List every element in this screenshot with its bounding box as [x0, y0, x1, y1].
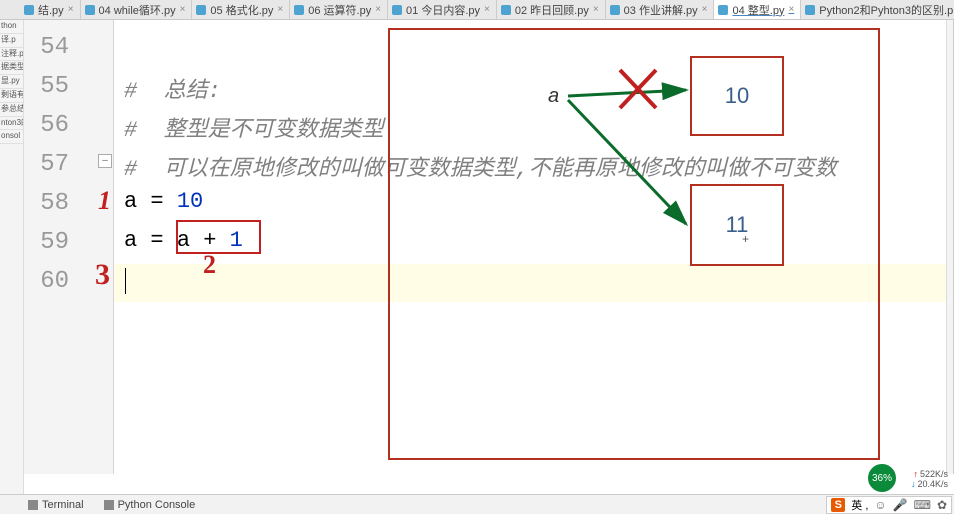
- toolwindow-item[interactable]: thon: [0, 20, 23, 34]
- memory-badge[interactable]: 36%: [868, 464, 896, 492]
- close-icon[interactable]: ×: [702, 4, 708, 15]
- close-icon[interactable]: ×: [788, 4, 794, 15]
- tab-label: 结.py: [38, 2, 64, 18]
- annotation-step-1: 1: [98, 186, 111, 216]
- toolwindow-item[interactable]: 剩语有: [0, 89, 23, 103]
- terminal-icon: [28, 500, 38, 510]
- tab-file-4[interactable]: 01 今日内容.py ×: [388, 0, 497, 20]
- toolwindow-item[interactable]: nton3的: [0, 117, 23, 131]
- gutter: 54 55 56 57 58 59 60 –: [24, 20, 114, 474]
- tab-bar: 结.py × 04 while循环.py × 05 格式化.py × 06 运算符.p…: [0, 0, 954, 20]
- toolwindow-item[interactable]: 参总结: [0, 103, 23, 117]
- python-icon: [24, 5, 34, 15]
- toolwindow-item[interactable]: 据类型: [0, 61, 23, 75]
- tab-file-5[interactable]: 02 昨日回顾.py ×: [497, 0, 606, 20]
- line-number: 60: [29, 268, 69, 295]
- smiley-icon[interactable]: ☺: [874, 498, 886, 512]
- network-speed: 522K/s 20.4K/s: [911, 470, 948, 490]
- close-icon[interactable]: ×: [484, 4, 490, 15]
- tab-label: 03 作业讲解.py: [624, 2, 698, 18]
- python-console-button[interactable]: Python Console: [94, 499, 206, 511]
- fold-icon[interactable]: –: [98, 154, 112, 168]
- line-number: 55: [29, 73, 69, 100]
- tab-label: 01 今日内容.py: [406, 2, 480, 18]
- line-number: 57: [29, 151, 69, 178]
- toolwindow-item[interactable]: 译.p: [0, 34, 23, 48]
- tab-label: 04 while循环.py: [99, 2, 176, 18]
- code-line-56: # 整型是不可变数据类型: [124, 111, 384, 143]
- annotation-step-2: 2: [203, 250, 216, 280]
- line-number: 59: [29, 229, 69, 256]
- editor-scrollbar[interactable]: [946, 20, 954, 474]
- close-icon[interactable]: ×: [180, 4, 186, 15]
- python-icon: [718, 5, 728, 15]
- left-tool-strip: thon 译.p 注释.p 据类型 显.py 剩语有 参总结 nton3的 on…: [0, 20, 24, 494]
- line-number: 54: [29, 34, 69, 61]
- toolwindow-item[interactable]: onsol: [0, 130, 23, 144]
- tab-file-1[interactable]: 04 while循环.py ×: [81, 0, 193, 20]
- python-icon: [294, 5, 304, 15]
- code-line-59: a = a + 1: [124, 228, 243, 253]
- diagram-var-label: a: [548, 85, 559, 108]
- terminal-button[interactable]: Terminal: [18, 499, 94, 511]
- toolwindow-item[interactable]: 显.py: [0, 75, 23, 89]
- close-icon[interactable]: ×: [68, 4, 74, 15]
- close-icon[interactable]: ×: [593, 4, 599, 15]
- code-line-58: a = 10: [124, 189, 203, 214]
- toolwindow-item[interactable]: 注释.p: [0, 48, 23, 62]
- python-icon: [805, 5, 815, 15]
- text-caret: [125, 268, 126, 294]
- annotation-step-3: 3: [95, 258, 110, 292]
- tab-label: 05 格式化.py: [210, 2, 273, 18]
- tab-label: Python2和Pyhton3的区别.p: [819, 2, 953, 18]
- python-icon: [196, 5, 206, 15]
- python-icon: [501, 5, 511, 15]
- close-icon[interactable]: ×: [375, 4, 381, 15]
- close-icon[interactable]: ×: [277, 4, 283, 15]
- line-number: 56: [29, 112, 69, 139]
- tab-file-6[interactable]: 03 作业讲解.py ×: [606, 0, 715, 20]
- code-line-55: # 总结:: [124, 72, 221, 104]
- python-icon: [610, 5, 620, 15]
- tab-file-3[interactable]: 06 运算符.py ×: [290, 0, 388, 20]
- tab-label: 02 昨日回顾.py: [515, 2, 589, 18]
- diagram-box-11: 11: [690, 184, 784, 266]
- ime-lang[interactable]: 英 ,: [851, 497, 868, 513]
- python-icon: [392, 5, 402, 15]
- diagram-box-10: 10: [690, 56, 784, 136]
- keyboard-icon[interactable]: ⌨: [914, 498, 931, 512]
- tab-file-8[interactable]: Python2和Pyhton3的区别.p: [801, 0, 954, 20]
- ime-toolbar[interactable]: S 英 , ☺ 🎤 ⌨ ✿: [826, 496, 952, 514]
- line-number: 58: [29, 190, 69, 217]
- tab-label: 06 运算符.py: [308, 2, 371, 18]
- sogou-icon[interactable]: S: [831, 498, 845, 512]
- python-icon: [104, 500, 114, 510]
- tab-file-2[interactable]: 05 格式化.py ×: [192, 0, 290, 20]
- mouse-cursor: +: [742, 232, 749, 246]
- bottom-toolbar: Terminal Python Console: [0, 494, 954, 514]
- settings-icon[interactable]: ✿: [937, 498, 947, 512]
- tab-file-7[interactable]: 04 整型.py ×: [714, 0, 801, 20]
- tab-file-0[interactable]: 结.py ×: [20, 0, 81, 20]
- diagram-frame: [388, 28, 880, 460]
- mic-icon[interactable]: 🎤: [893, 498, 908, 512]
- tab-label: 04 整型.py: [732, 2, 784, 18]
- python-icon: [85, 5, 95, 15]
